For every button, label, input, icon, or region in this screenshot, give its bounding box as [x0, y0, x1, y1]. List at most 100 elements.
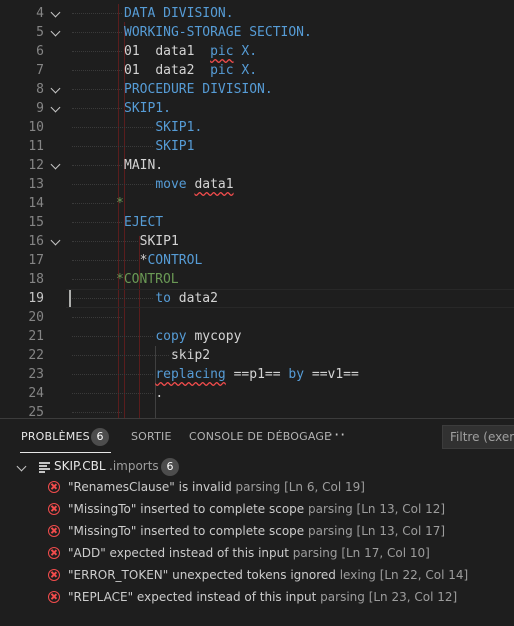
code-text: PROCEDURE DIVISION. — [124, 82, 273, 97]
code-text: 01 data2 pic X. — [124, 63, 258, 78]
line-number: 17 — [28, 253, 44, 268]
fold-chevron-icon[interactable] — [52, 161, 59, 168]
problems-filter-input[interactable]: Filtre (exemp — [442, 425, 514, 449]
problem-source: parsing — [304, 502, 357, 516]
text-cursor — [69, 290, 71, 307]
problem-item[interactable]: "REPLACE" expected instead of this input… — [0, 587, 514, 609]
code-line[interactable]: 5 WORKING-STORAGE SECTION. — [0, 23, 514, 42]
error-icon — [48, 525, 60, 537]
code-line[interactable]: 8 PROCEDURE DIVISION. — [0, 80, 514, 99]
problems-count-badge: 6 — [91, 428, 109, 446]
whitespace-dots — [72, 108, 122, 110]
code-line[interactable]: 15 EJECT — [0, 213, 514, 232]
whitespace-dots — [72, 279, 114, 281]
chevron-down-icon[interactable] — [16, 461, 27, 472]
line-number: 25 — [28, 405, 44, 418]
tab-problems[interactable]: PROBLÈMES — [21, 430, 90, 443]
problem-message: "MissingTo" inserted to complete scope p… — [68, 502, 445, 516]
problem-message: "REPLACE" expected instead of this input… — [68, 590, 457, 604]
code-line[interactable]: 19 to data2 — [0, 289, 514, 308]
fold-chevron-icon[interactable] — [52, 237, 59, 244]
line-number: 7 — [36, 63, 44, 78]
code-text: MAIN. — [124, 158, 164, 173]
line-number: 22 — [28, 348, 44, 363]
problem-location: [Ln 13, Col 12] — [356, 502, 446, 516]
code-text: DATA DIVISION. — [124, 6, 234, 21]
code-text: WORKING-STORAGE SECTION. — [124, 25, 312, 40]
whitespace-dots — [72, 412, 122, 414]
problem-location: [Ln 23, Col 12] — [368, 590, 458, 604]
fold-chevron-icon[interactable] — [52, 85, 59, 92]
line-number: 19 — [28, 291, 44, 306]
code-line[interactable]: 9 SKIP1. — [0, 99, 514, 118]
fold-chevron-icon[interactable] — [52, 9, 59, 16]
code-text: 01 data1 pic X. — [124, 44, 258, 59]
problem-source: parsing — [288, 546, 342, 560]
code-line[interactable]: 6 01 data1 pic X. — [0, 42, 514, 61]
code-text: EJECT — [124, 215, 164, 230]
problem-text: "RenamesClause" is invalid — [68, 480, 232, 494]
fold-chevron-icon[interactable] — [52, 28, 59, 35]
file-directory: .imports — [109, 459, 159, 473]
code-line[interactable]: 4 DATA DIVISION. — [0, 4, 514, 23]
whitespace-dots — [72, 374, 154, 376]
problem-item[interactable]: "MissingTo" inserted to complete scope p… — [0, 521, 514, 543]
code-line[interactable]: 13 move data1 — [0, 175, 514, 194]
code-line[interactable]: 23 replacing ==p1== by ==v1== — [0, 365, 514, 384]
fold-chevron-icon[interactable] — [52, 104, 59, 111]
whitespace-dots — [72, 298, 154, 300]
whitespace-dots — [72, 260, 138, 262]
line-number: 16 — [28, 234, 44, 249]
problem-item[interactable]: "ADD" expected instead of this input par… — [0, 543, 514, 565]
code-line[interactable]: 18 *CONTROL — [0, 270, 514, 289]
line-number: 21 — [28, 329, 44, 344]
code-line[interactable]: 16 SKIP1 — [0, 232, 514, 251]
code-editor[interactable]: 4 DATA DIVISION. 5 WORKING-STORAGE SECTION.… — [0, 0, 514, 418]
code-line[interactable]: 11 SKIP1 — [0, 137, 514, 156]
whitespace-dots — [72, 127, 154, 129]
code-line[interactable]: 10 SKIP1. — [0, 118, 514, 137]
error-icon — [48, 547, 60, 559]
error-icon — [48, 481, 60, 493]
whitespace-dots — [72, 222, 122, 224]
code-line[interactable]: 20 — [0, 308, 514, 327]
whitespace-dots — [72, 317, 122, 319]
problem-message: "ADD" expected instead of this input par… — [68, 546, 430, 560]
code-line[interactable]: 7 01 data2 pic X. — [0, 61, 514, 80]
whitespace-dots — [72, 89, 122, 91]
tab-output[interactable]: SORTIE — [131, 430, 172, 443]
problem-item[interactable]: "MissingTo" inserted to complete scope p… — [0, 499, 514, 521]
whitespace-dots — [72, 336, 154, 338]
code-text: SKIP1. — [124, 101, 171, 116]
active-tab-indicator — [20, 452, 111, 453]
whitespace-dots — [72, 51, 122, 53]
code-text: *CONTROL — [116, 272, 179, 287]
whitespace-dots — [72, 32, 122, 34]
line-number: 4 — [36, 6, 44, 21]
code-line[interactable]: 22 skip2 — [0, 346, 514, 365]
problem-file-group[interactable]: SKIP.CBL .imports 6 — [0, 456, 514, 478]
code-line[interactable]: 21 copy mycopy — [0, 327, 514, 346]
line-number: 23 — [28, 367, 44, 382]
problem-text: "MissingTo" inserted to complete scope — [68, 502, 305, 516]
code-line[interactable]: 24 . — [0, 384, 514, 403]
code-line[interactable]: 17 *CONTROL — [0, 251, 514, 270]
code-line[interactable]: 25 — [0, 403, 514, 418]
code-line[interactable]: 14 * — [0, 194, 514, 213]
more-actions-icon[interactable]: ··· — [328, 425, 346, 444]
problem-text: "ERROR_TOKEN" unexpected tokens ignored — [68, 568, 336, 582]
line-number: 8 — [36, 82, 44, 97]
problem-location: [Ln 22, Col 14] — [379, 568, 469, 582]
problem-source: parsing — [304, 524, 357, 538]
problem-source: parsing — [231, 480, 285, 494]
problem-source: lexing — [335, 568, 380, 582]
problem-message: "ERROR_TOKEN" unexpected tokens ignored … — [68, 568, 468, 582]
problem-message: "RenamesClause" is invalid parsing [Ln 6… — [68, 480, 365, 494]
line-number: 10 — [28, 120, 44, 135]
error-icon — [48, 569, 60, 581]
tab-debug-console[interactable]: CONSOLE DE DÉBOGAGE — [189, 430, 331, 443]
whitespace-dots — [72, 241, 138, 243]
problem-item[interactable]: "RenamesClause" is invalid parsing [Ln 6… — [0, 477, 514, 499]
problem-item[interactable]: "ERROR_TOKEN" unexpected tokens ignored … — [0, 565, 514, 587]
code-line[interactable]: 12 MAIN. — [0, 156, 514, 175]
